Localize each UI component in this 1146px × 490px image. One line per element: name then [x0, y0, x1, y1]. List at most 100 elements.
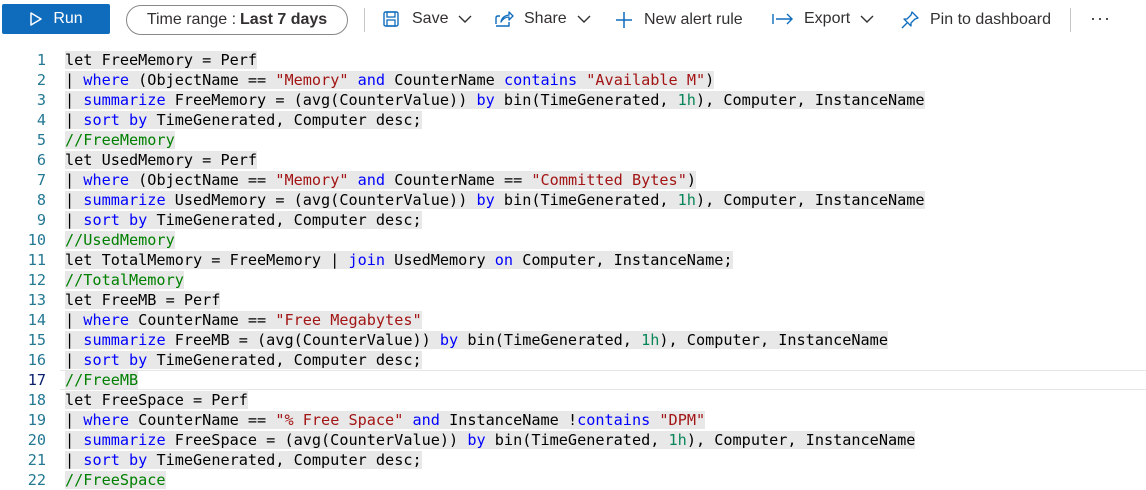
code-text: | where (ObjectName == "Memory" and Coun… — [65, 70, 715, 90]
code-token: "Committed Bytes" — [531, 171, 687, 189]
line-number: 8 — [36, 191, 46, 209]
code-token: | — [65, 191, 84, 209]
pin-to-dashboard-button[interactable]: Pin to dashboard — [900, 10, 1051, 30]
code-line[interactable]: 12 //TotalMemory — [0, 270, 1146, 290]
code-line[interactable]: 2 | where (ObjectName == "Memory" and Cou… — [0, 70, 1146, 90]
selection-highlight: let FreeMemory = Perf — [65, 51, 258, 69]
code-line[interactable]: 20 | summarize FreeSpace = (avg(CounterVa… — [0, 430, 1146, 450]
new-alert-rule-button[interactable]: New alert rule — [614, 10, 743, 30]
query-toolbar: Run Time range : Last 7 days Save Share … — [0, 0, 1146, 40]
code-text: //TotalMemory — [65, 270, 184, 290]
plus-icon — [614, 10, 634, 30]
code-line[interactable]: 7 | where (ObjectName == "Memory" and Cou… — [0, 170, 1146, 190]
code-token: let FreeMB = Perf — [65, 291, 221, 309]
code-line[interactable]: 5 //FreeMemory — [0, 130, 1146, 150]
code-line[interactable]: 22 //FreeSpace — [0, 470, 1146, 490]
more-options-button[interactable]: ··· — [1090, 8, 1111, 29]
code-token: and — [357, 171, 386, 189]
line-number: 5 — [36, 131, 46, 149]
selection-highlight: //FreeMemory — [65, 131, 175, 149]
code-token: ), Computer, InstanceName — [695, 91, 925, 109]
code-token: TimeGenerated, Computer desc; — [147, 111, 422, 129]
code-text: let TotalMemory = FreeMemory | join Used… — [65, 250, 733, 270]
code-line[interactable]: 19 | where CounterName == "% Free Space" … — [0, 410, 1146, 430]
current-line-highlight — [60, 370, 1146, 390]
code-text: let FreeSpace = Perf — [65, 390, 248, 410]
code-token: ) — [705, 71, 715, 89]
code-line[interactable]: 8 | summarize UsedMemory = (avg(CounterVa… — [0, 190, 1146, 210]
code-token: FreeMemory = (avg(CounterValue)) — [165, 91, 477, 109]
code-token: let TotalMemory = FreeMemory | — [65, 251, 349, 269]
code-line[interactable]: 16 | sort by TimeGenerated, Computer desc… — [0, 350, 1146, 370]
time-range-value: Last 7 days — [240, 11, 328, 28]
code-line[interactable]: 6 let UsedMemory = Perf — [0, 150, 1146, 170]
time-range-picker[interactable]: Time range : Last 7 days — [126, 5, 348, 35]
line-number: 3 — [36, 91, 46, 109]
code-token: where — [83, 71, 130, 89]
code-token: "Memory" — [275, 71, 349, 89]
code-token: ), Computer, InstanceName — [695, 191, 925, 209]
play-icon — [29, 12, 53, 26]
code-token: //UsedMemory — [65, 231, 175, 249]
code-token: 1h — [668, 431, 687, 449]
line-number: 14 — [27, 311, 46, 329]
selection-highlight: | where CounterName == "Free Megabytes" — [65, 311, 422, 329]
code-token: by — [476, 91, 495, 109]
code-line[interactable]: 15 | summarize FreeMB = (avg(CounterValue… — [0, 330, 1146, 350]
line-number: 10 — [27, 231, 46, 249]
code-token: bin(TimeGenerated, — [494, 91, 678, 109]
code-line[interactable]: 10 //UsedMemory — [0, 230, 1146, 250]
line-number: 1 — [36, 51, 46, 69]
line-number: 9 — [36, 211, 46, 229]
save-button[interactable]: Save — [382, 10, 472, 28]
code-token: by — [476, 191, 495, 209]
line-number: 21 — [27, 451, 46, 469]
code-token: let UsedMemory = Perf — [65, 151, 258, 169]
code-token: "Free Megabytes" — [275, 311, 422, 329]
code-line[interactable]: 3 | summarize FreeMemory = (avg(CounterVa… — [0, 90, 1146, 110]
code-text: | summarize FreeMB = (avg(CounterValue))… — [65, 330, 888, 350]
line-number: 19 — [27, 411, 46, 429]
share-icon — [494, 10, 514, 28]
code-token: | — [65, 111, 84, 129]
code-line[interactable]: 9 | sort by TimeGenerated, Computer desc; — [0, 210, 1146, 230]
code-text: | where CounterName == "Free Megabytes" — [65, 310, 422, 330]
code-token: bin(TimeGenerated, — [458, 331, 642, 349]
code-line[interactable]: 1 let FreeMemory = Perf — [0, 50, 1146, 70]
code-token: | — [65, 331, 84, 349]
code-token: UsedMemory = (avg(CounterValue)) — [165, 191, 477, 209]
code-line[interactable]: 4 | sort by TimeGenerated, Computer desc; — [0, 110, 1146, 130]
selection-highlight: | where (ObjectName == "Memory" and Coun… — [65, 171, 696, 189]
share-button[interactable]: Share — [494, 10, 591, 28]
code-line[interactable]: 14 | where CounterName == "Free Megabytes… — [0, 310, 1146, 330]
code-text: | summarize FreeSpace = (avg(CounterValu… — [65, 430, 916, 450]
run-button[interactable]: Run — [2, 4, 110, 34]
time-range-label: Time range : — [146, 11, 237, 28]
code-line[interactable]: 17 //FreeMB — [0, 370, 1146, 390]
export-button[interactable]: Export — [772, 10, 874, 28]
code-line[interactable]: 18 let FreeSpace = Perf — [0, 390, 1146, 410]
code-token: | — [65, 431, 84, 449]
line-number: 2 — [36, 71, 46, 89]
selection-highlight: //TotalMemory — [65, 271, 184, 289]
line-number: 7 — [36, 171, 46, 189]
code-line[interactable]: 13 let FreeMB = Perf — [0, 290, 1146, 310]
line-number: 16 — [27, 351, 46, 369]
code-text: | sort by TimeGenerated, Computer desc; — [65, 110, 422, 130]
code-text: | summarize FreeMemory = (avg(CounterVal… — [65, 90, 925, 110]
code-token: where — [83, 411, 130, 429]
code-token: CounterName == — [385, 171, 532, 189]
run-label: Run — [53, 10, 83, 27]
selection-highlight: let FreeMB = Perf — [65, 291, 221, 309]
code-line[interactable]: 11 let TotalMemory = FreeMemory | join Us… — [0, 250, 1146, 270]
query-editor[interactable]: 1 let FreeMemory = Perf 2 | where (ObjectNa… — [0, 50, 1146, 490]
code-token: contains — [503, 71, 578, 89]
code-text: | where (ObjectName == "Memory" and Coun… — [65, 170, 696, 190]
code-line[interactable]: 21 | sort by TimeGenerated, Computer desc… — [0, 450, 1146, 470]
line-number: 17 — [27, 371, 46, 389]
code-token: CounterName == — [129, 411, 276, 429]
